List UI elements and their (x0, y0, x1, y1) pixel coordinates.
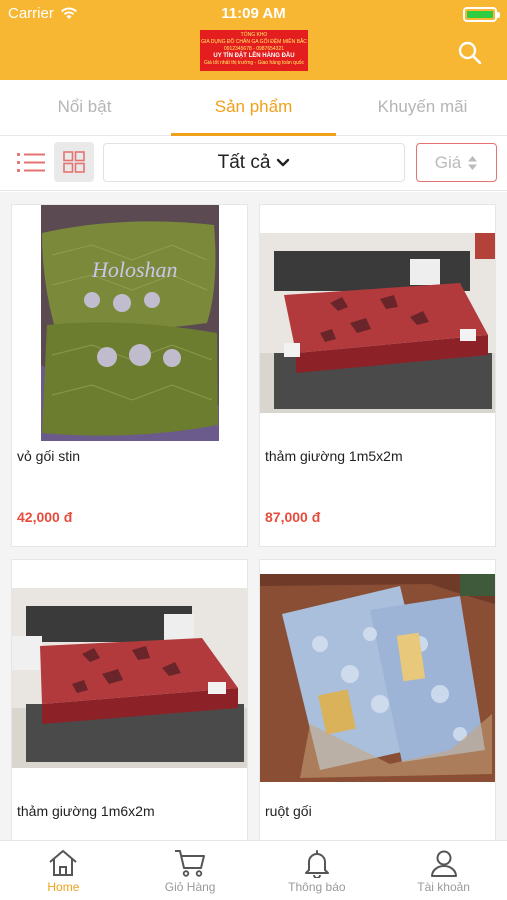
bottom-nav: Home Giỏ Hàng Thông báo Tài khoản (0, 840, 507, 900)
app-header: Carrier 11:09 AM TỔNG KHO GIA DỤNG ĐỒ CH… (0, 0, 507, 80)
nav-account[interactable]: Tài khoản (380, 841, 507, 900)
grid-view-icon (63, 151, 85, 173)
user-icon (430, 850, 457, 877)
product-name: thảm giường 1m5x2m (265, 448, 403, 464)
tab-promotions[interactable]: Khuyến mãi (338, 80, 507, 135)
nav-label: Tài khoản (417, 880, 470, 894)
product-image (12, 588, 247, 768)
product-card[interactable]: ruột gối (259, 559, 496, 840)
search-button[interactable] (457, 40, 483, 66)
category-tabs: Nổi bật Sản phẩm Khuyến mãi (0, 80, 507, 136)
svg-text:Holoshan: Holoshan (91, 257, 178, 282)
sort-icon (468, 155, 478, 170)
nav-label: Thông báo (288, 880, 346, 894)
product-card[interactable]: thảm giường 1m6x2m (11, 559, 248, 840)
logo-line: Giá tốt nhất thị trường - Giao hàng toàn… (203, 60, 305, 66)
logo-line: 0912345678 - 0987654321 (223, 46, 285, 52)
nav-notifications[interactable]: Thông báo (254, 841, 381, 900)
product-name: ruột gối (265, 803, 312, 819)
product-grid: Holoshan vỏ gối stin 42,000 đ thảm giườn… (0, 192, 507, 840)
status-bar: Carrier 11:09 AM (0, 0, 507, 28)
logo-line: TỔNG KHO (240, 32, 268, 38)
category-dropdown[interactable]: Tất cả (103, 143, 405, 182)
bell-icon (304, 850, 329, 878)
status-time: 11:09 AM (221, 5, 286, 22)
battery-icon (463, 7, 500, 22)
tab-featured[interactable]: Nổi bật (0, 80, 169, 135)
chevron-down-icon (277, 158, 290, 166)
filter-bar: Tất cả Giá (0, 137, 507, 191)
nav-cart[interactable]: Giỏ Hàng (127, 841, 254, 900)
product-image (260, 574, 495, 782)
list-view-button[interactable] (16, 150, 46, 176)
nav-label: Home (47, 880, 80, 894)
search-icon (458, 41, 482, 65)
product-card[interactable]: thảm giường 1m5x2m 87,000 đ (259, 204, 496, 547)
list-view-icon (17, 153, 45, 172)
nav-home[interactable]: Home (0, 841, 127, 900)
logo-line: GIA DỤNG ĐỒ CHĂN GA GỐI ĐỆM MIỀN BẮC (201, 39, 307, 45)
price-sort-button[interactable]: Giá (416, 143, 497, 182)
home-icon (49, 850, 78, 876)
store-logo[interactable]: TỔNG KHO GIA DỤNG ĐỒ CHĂN GA GỐI ĐỆM MIỀ… (200, 30, 308, 71)
nav-label: Giỏ Hàng (164, 880, 216, 894)
product-price: 87,000 đ (265, 509, 321, 525)
product-name: thảm giường 1m6x2m (17, 803, 155, 819)
grid-view-button[interactable] (54, 142, 94, 182)
product-card[interactable]: Holoshan vỏ gối stin 42,000 đ (11, 204, 248, 547)
price-sort-label: Giá (434, 152, 462, 172)
cart-icon (175, 850, 206, 877)
product-image (260, 233, 495, 413)
product-name: vỏ gối stin (17, 448, 81, 464)
tab-products[interactable]: Sản phẩm (169, 80, 338, 136)
logo-line: UY TÍN ĐẶT LÊN HÀNG ĐẦU (213, 53, 295, 59)
product-image: Holoshan (12, 205, 247, 441)
product-price: 42,000 đ (17, 509, 73, 525)
category-dropdown-value: Tất cả (217, 151, 271, 173)
